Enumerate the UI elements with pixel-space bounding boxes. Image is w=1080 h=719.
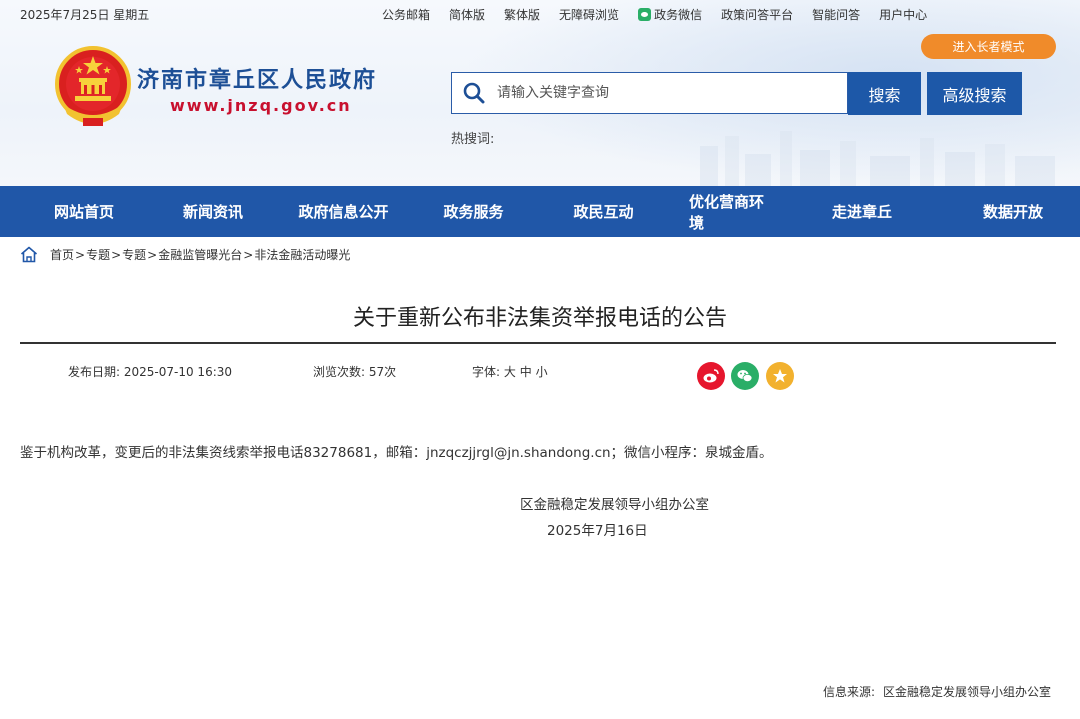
nav-item-interaction[interactable]: 政民互动: [518, 186, 689, 237]
nav-item-home[interactable]: 网站首页: [0, 186, 168, 237]
nav-item-business-env[interactable]: 优化营商环境: [689, 186, 778, 237]
favorite-star-icon: [773, 369, 787, 383]
breadcrumb-home[interactable]: 首页: [50, 246, 74, 263]
link-simplified[interactable]: 简体版: [449, 6, 485, 23]
main-nav: 网站首页 新闻资讯 政府信息公开 政务服务 政民互动 优化营商环境 走进章丘 数…: [0, 186, 1080, 237]
font-size-large[interactable]: 大: [504, 365, 516, 379]
share-wechat-button[interactable]: [731, 362, 759, 390]
link-policy-qa[interactable]: 政策问答平台: [721, 6, 793, 23]
link-smart-qa[interactable]: 智能问答: [812, 6, 860, 23]
current-date: 2025年7月25日 星期五: [20, 8, 150, 22]
link-accessibility[interactable]: 无障碍浏览: [559, 6, 619, 23]
breadcrumb-illegal-finance[interactable]: 非法金融活动曝光: [254, 246, 350, 263]
link-traditional[interactable]: 繁体版: [504, 6, 540, 23]
view-count: 浏览次数: 57次: [313, 363, 396, 380]
search-box: [451, 72, 848, 114]
signature-date: 2025年7月16日: [547, 523, 648, 539]
breadcrumb-separator: >: [75, 247, 86, 262]
wechat-small-icon: [638, 8, 652, 21]
signature-org: 区金融稳定发展领导小组办公室: [520, 497, 709, 513]
top-links: 公务邮箱 简体版 繁体版 无障碍浏览 政务微信 政策问答平台 智能问答 用户中心: [382, 6, 946, 23]
link-mail[interactable]: 公务邮箱: [382, 6, 430, 23]
share-weibo-button[interactable]: [697, 362, 725, 390]
breadcrumb-separator: >: [147, 247, 158, 262]
breadcrumb-topic-1[interactable]: 专题: [86, 246, 110, 263]
search-icon: [463, 82, 485, 104]
font-label: 字体:: [472, 365, 501, 379]
breadcrumb-separator: >: [243, 247, 254, 262]
link-wechat[interactable]: 政务微信: [638, 6, 702, 23]
source-value: 区金融稳定发展领导小组办公室: [883, 685, 1052, 699]
hot-search-label: 热搜词:: [451, 132, 495, 147]
publish-date: 2025-07-10 16:30: [123, 365, 233, 379]
font-size-small[interactable]: 小: [536, 365, 548, 379]
views-value: 57次: [368, 365, 397, 379]
site-url[interactable]: www.jnzq.gov.cn: [170, 96, 352, 115]
publish-info: 发布日期: 2025-07-10 16:30: [68, 363, 232, 380]
national-emblem-icon[interactable]: [53, 44, 133, 130]
elder-mode-button[interactable]: 进入长者模式: [921, 34, 1056, 59]
favorite-button[interactable]: [766, 362, 794, 390]
breadcrumb: 首页 > 专题 > 专题 > 金融监管曝光台 > 非法金融活动曝光: [20, 246, 350, 263]
weibo-icon: [703, 369, 719, 383]
wechat-icon: [737, 370, 753, 382]
link-user-center[interactable]: 用户中心: [879, 6, 927, 23]
breadcrumb-separator: >: [111, 247, 122, 262]
nav-item-services[interactable]: 政务服务: [429, 186, 518, 237]
link-wechat-label: 政务微信: [654, 8, 703, 22]
info-source: 信息来源: 区金融稳定发展领导小组办公室: [823, 683, 1051, 700]
nav-item-open-data[interactable]: 数据开放: [946, 186, 1080, 237]
search-button[interactable]: 搜索: [848, 72, 921, 115]
breadcrumb-topic-2[interactable]: 专题: [122, 246, 146, 263]
font-size-switcher: 字体: 大 中 小: [472, 363, 548, 380]
site-title[interactable]: 济南市章丘区人民政府: [137, 62, 377, 94]
publish-label: 发布日期:: [68, 365, 121, 379]
views-label: 浏览次数:: [313, 365, 366, 379]
nav-item-about[interactable]: 走进章丘: [778, 186, 946, 237]
nav-item-news[interactable]: 新闻资讯: [168, 186, 258, 237]
title-divider: [20, 342, 1056, 344]
home-icon[interactable]: [20, 246, 38, 263]
font-size-medium[interactable]: 中: [520, 365, 532, 379]
nav-item-gov-info[interactable]: 政府信息公开: [258, 186, 429, 237]
advanced-search-button[interactable]: 高级搜索: [927, 72, 1022, 115]
search-input[interactable]: [495, 84, 829, 102]
article-body: 鉴于机构改革，变更后的非法集资线索举报电话83278681，邮箱：jnzqczj…: [20, 445, 773, 461]
header-skyline: [0, 126, 1080, 186]
source-label: 信息来源:: [823, 685, 876, 699]
breadcrumb-finance-exposure[interactable]: 金融监管曝光台: [158, 246, 242, 263]
article-title: 关于重新公布非法集资举报电话的公告: [352, 306, 727, 331]
